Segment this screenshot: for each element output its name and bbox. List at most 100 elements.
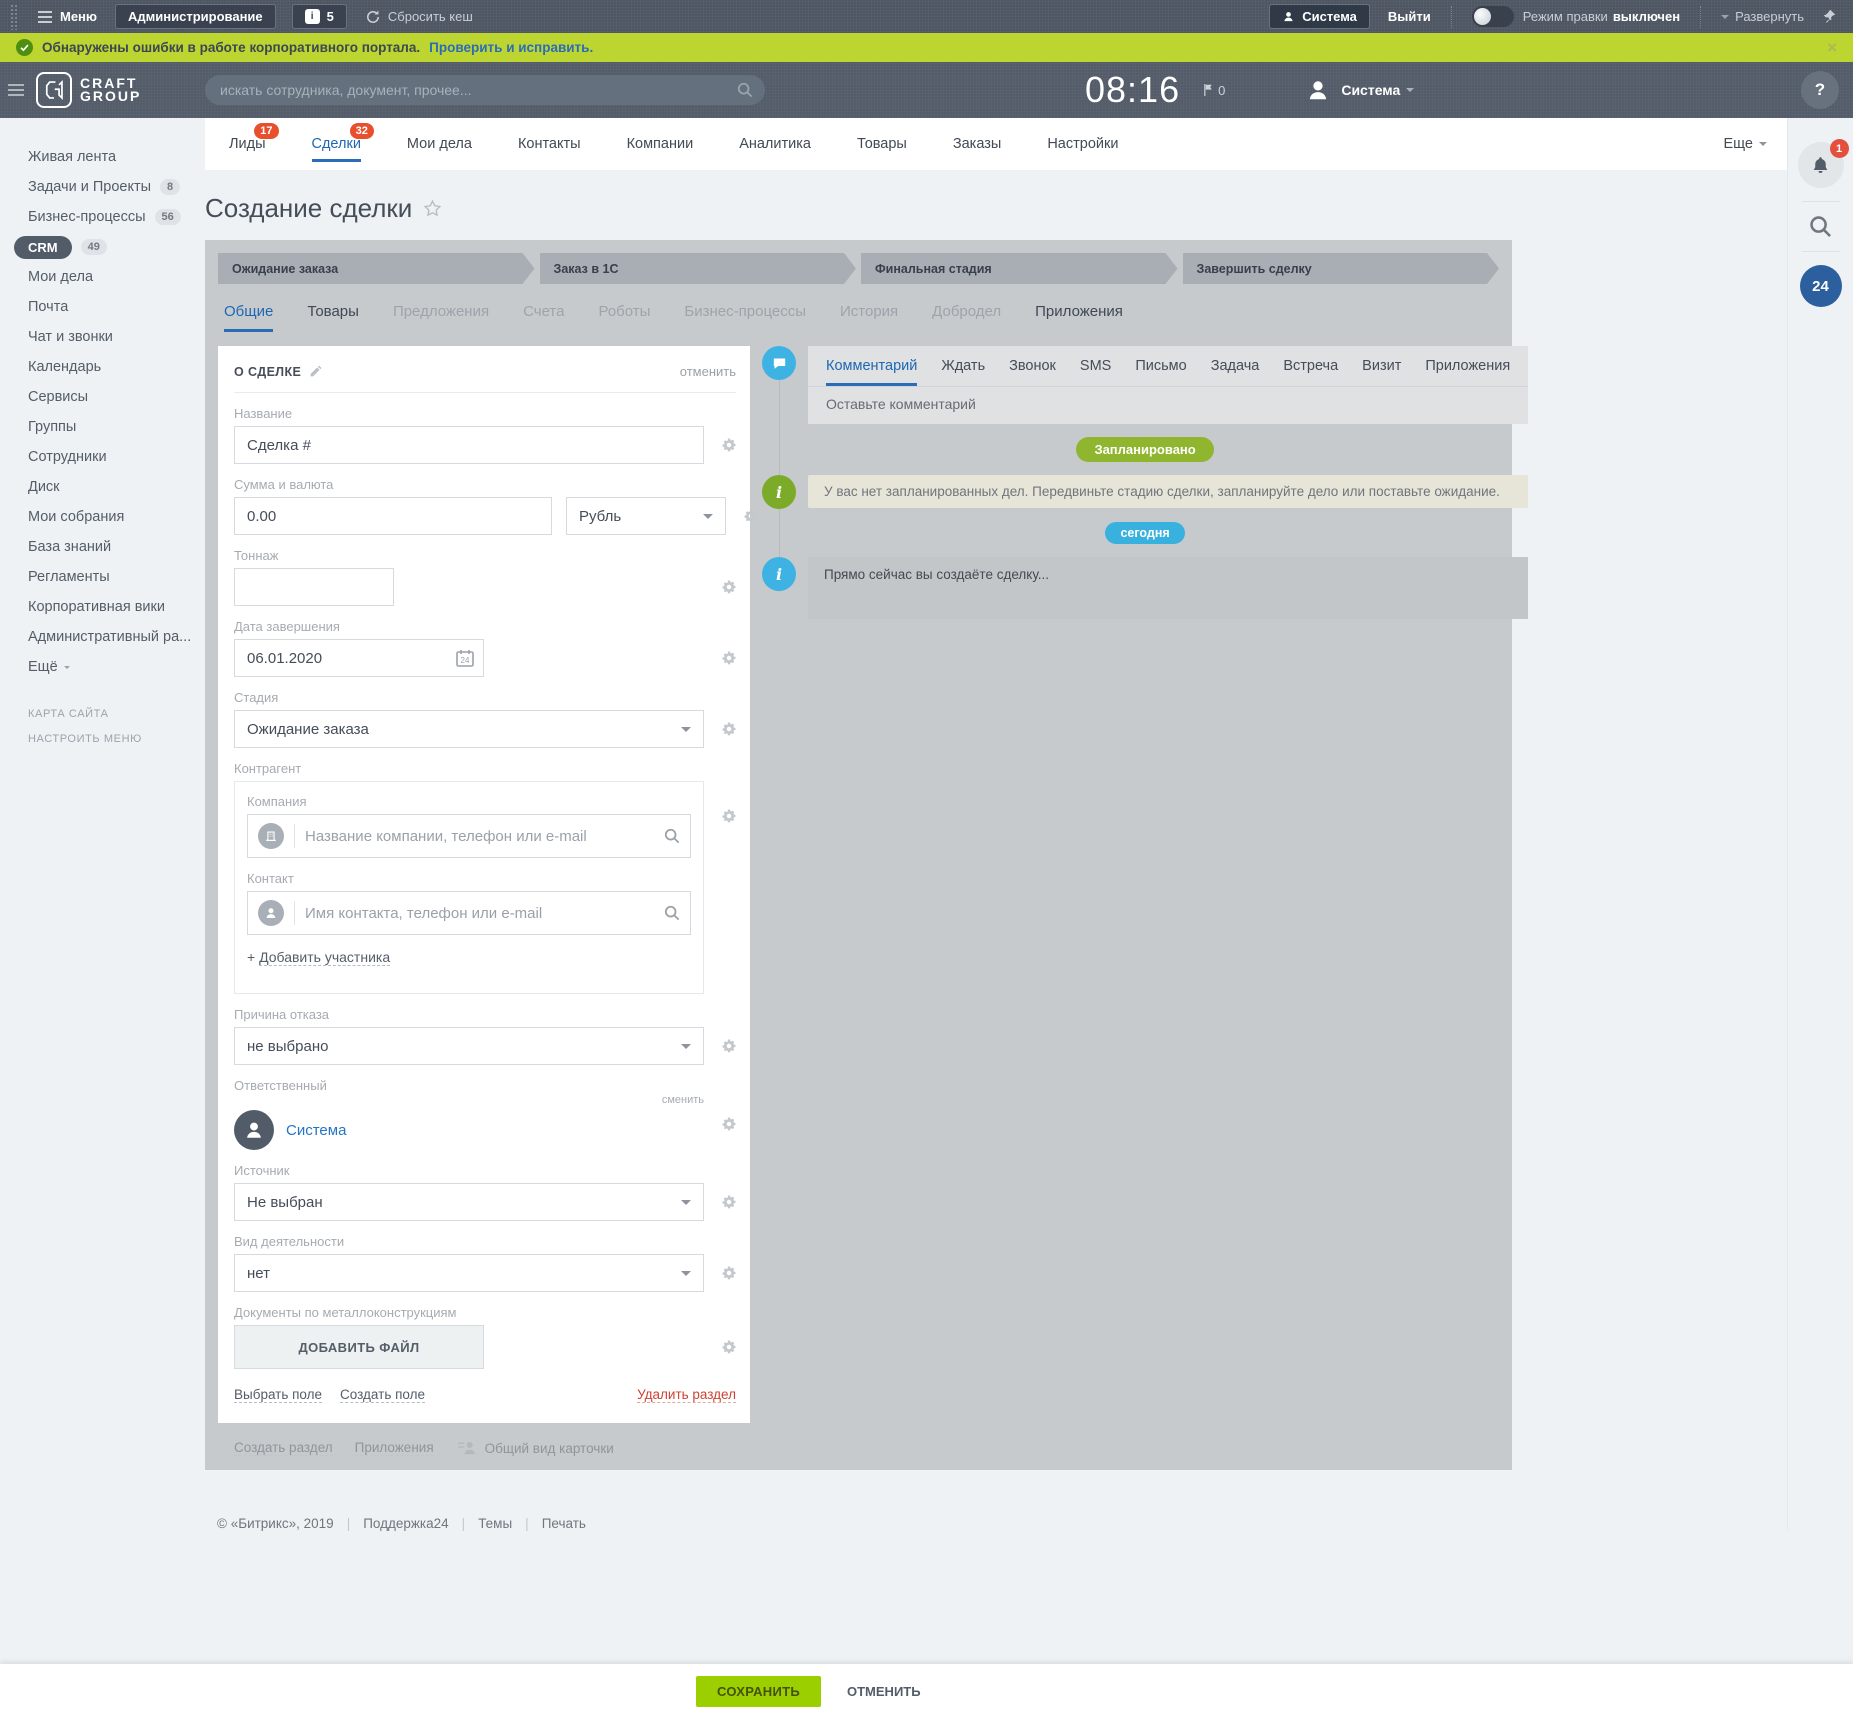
add-file-button[interactable]: ДОБАВИТЬ ФАЙЛ xyxy=(234,1325,484,1369)
activity-type-select[interactable]: нет xyxy=(234,1254,704,1292)
reject-reason-select[interactable]: не выбрано xyxy=(234,1027,704,1065)
gear-icon[interactable] xyxy=(744,509,758,523)
sidebar-item-drive[interactable]: Диск xyxy=(0,472,205,502)
tab-companies[interactable]: Компании xyxy=(627,118,694,170)
source-select[interactable]: Не выбран xyxy=(234,1183,704,1221)
change-responsible-link[interactable]: сменить xyxy=(662,1094,704,1106)
company-search-input[interactable] xyxy=(305,828,664,845)
stage-waiting-order[interactable]: Ожидание заказа xyxy=(218,253,535,284)
contact-search-input[interactable] xyxy=(305,905,664,922)
footer-link-themes[interactable]: Темы xyxy=(478,1516,512,1531)
delete-section-link[interactable]: Удалить раздел xyxy=(637,1387,736,1403)
gear-icon[interactable] xyxy=(722,1340,736,1354)
contact-search-field[interactable] xyxy=(247,891,691,935)
company-logo[interactable]: CRAFT GROUP xyxy=(36,72,141,108)
sidebar-item-meetings[interactable]: Мои собрания xyxy=(0,502,205,532)
dtab-apps[interactable]: Приложения xyxy=(1035,303,1123,332)
dtab-general[interactable]: Общие xyxy=(224,303,273,332)
flag-counter[interactable]: 0 xyxy=(1202,83,1225,98)
dtab-dobrodel[interactable]: Добродел xyxy=(932,303,1001,332)
bitrix24-badge[interactable]: 24 xyxy=(1800,265,1842,307)
search-icon[interactable] xyxy=(664,828,680,844)
pin-icon[interactable] xyxy=(1820,8,1837,25)
tabs-more-button[interactable]: Еще xyxy=(1723,136,1767,152)
admin-notifications-button[interactable]: i 5 xyxy=(292,4,347,29)
ttab-visit[interactable]: Визит xyxy=(1362,358,1401,386)
stage-select[interactable]: Ожидание заказа xyxy=(234,710,704,748)
pencil-icon[interactable] xyxy=(309,365,322,378)
save-button[interactable]: СОХРАНИТЬ xyxy=(696,1676,821,1707)
gear-icon[interactable] xyxy=(722,1266,736,1280)
edit-mode-control[interactable]: Режим правки выключен xyxy=(1472,6,1680,27)
sidebar-item-chat[interactable]: Чат и звонки xyxy=(0,322,205,352)
tab-my-activities[interactable]: Мои дела xyxy=(407,118,472,170)
tab-orders[interactable]: Заказы xyxy=(953,118,1001,170)
help-button[interactable]: ? xyxy=(1801,71,1839,109)
calendar-icon[interactable] xyxy=(455,648,475,668)
global-search-input[interactable] xyxy=(205,75,765,105)
configure-menu-link[interactable]: НАСТРОИТЬ МЕНЮ xyxy=(0,733,205,745)
expand-button[interactable]: Развернуть xyxy=(1721,9,1804,24)
gear-icon[interactable] xyxy=(722,1195,736,1209)
sidebar-item-mail[interactable]: Почта xyxy=(0,292,205,322)
tonnage-input[interactable] xyxy=(234,568,394,606)
deal-name-input[interactable] xyxy=(234,426,704,464)
administration-button[interactable]: Администрирование xyxy=(115,4,276,29)
sidebar-item-knowledge[interactable]: База знаний xyxy=(0,532,205,562)
select-field-link[interactable]: Выбрать поле xyxy=(234,1387,322,1403)
sidebar-item-regulations[interactable]: Регламенты xyxy=(0,562,205,592)
dtab-robots[interactable]: Роботы xyxy=(598,303,650,332)
apps-link[interactable]: Приложения xyxy=(355,1440,434,1456)
ttab-comment[interactable]: Комментарий xyxy=(826,358,917,386)
sidebar-item-tasks[interactable]: Задачи и Проекты8 xyxy=(0,172,205,202)
cancel-edit-link[interactable]: отменить xyxy=(680,364,736,379)
fix-errors-link[interactable]: Проверить и исправить. xyxy=(429,40,593,55)
currency-select[interactable]: Рубль xyxy=(566,497,726,535)
dtab-history[interactable]: История xyxy=(840,303,898,332)
create-section-link[interactable]: Создать раздел xyxy=(234,1440,333,1456)
tab-analytics[interactable]: Аналитика xyxy=(739,118,811,170)
gear-icon[interactable] xyxy=(722,809,736,823)
user-menu[interactable]: Система xyxy=(1305,77,1414,103)
company-search-field[interactable] xyxy=(247,814,691,858)
clock[interactable]: 08:16 xyxy=(1085,69,1180,111)
gear-icon[interactable] xyxy=(722,438,736,452)
tab-leads[interactable]: Лиды17 xyxy=(229,118,266,170)
ttab-call[interactable]: Звонок xyxy=(1009,358,1056,386)
footer-link-print[interactable]: Печать xyxy=(542,1516,586,1531)
add-participant-link[interactable]: + Добавить участника xyxy=(247,949,390,965)
tab-products[interactable]: Товары xyxy=(857,118,907,170)
tab-contacts[interactable]: Контакты xyxy=(518,118,581,170)
sidebar-item-admin[interactable]: Административный ра... xyxy=(0,622,205,652)
deal-sum-input[interactable] xyxy=(234,497,552,535)
reset-cache-button[interactable]: Сбросить кеш xyxy=(365,9,473,25)
ttab-sms[interactable]: SMS xyxy=(1080,358,1111,386)
gear-icon[interactable] xyxy=(722,580,736,594)
cancel-button[interactable]: ОТМЕНИТЬ xyxy=(847,1684,921,1699)
dtab-quotes[interactable]: Предложения xyxy=(393,303,489,332)
notifications-button[interactable]: 1 xyxy=(1798,142,1844,188)
search-icon[interactable] xyxy=(664,905,680,921)
stage-final[interactable]: Финальная стадия xyxy=(861,253,1178,284)
stage-order-1c[interactable]: Заказ в 1С xyxy=(540,253,857,284)
gear-icon[interactable] xyxy=(722,651,736,665)
gear-icon[interactable] xyxy=(722,722,736,736)
responsible-name-link[interactable]: Система xyxy=(286,1122,346,1139)
gear-icon[interactable] xyxy=(722,1117,736,1131)
stage-close-deal[interactable]: Завершить сделку xyxy=(1183,253,1500,284)
gear-icon[interactable] xyxy=(722,1039,736,1053)
card-view-link[interactable]: Общий вид карточки xyxy=(456,1439,614,1457)
footer-link-support[interactable]: Поддержка24 xyxy=(363,1516,448,1531)
ttab-wait[interactable]: Ждать xyxy=(941,358,985,386)
dtab-invoices[interactable]: Счета xyxy=(523,303,564,332)
sidebar-item-bp[interactable]: Бизнес-процессы56 xyxy=(0,202,205,232)
sidebar-item-my-activities[interactable]: Мои дела xyxy=(0,262,205,292)
tab-settings[interactable]: Настройки xyxy=(1047,118,1118,170)
dtab-products[interactable]: Товары xyxy=(307,303,359,332)
create-field-link[interactable]: Создать поле xyxy=(340,1387,425,1403)
search-icon[interactable] xyxy=(1809,215,1832,238)
sitemap-link[interactable]: КАРТА САЙТА xyxy=(0,708,205,720)
ttab-email[interactable]: Письмо xyxy=(1135,358,1186,386)
comment-placeholder[interactable]: Оставьте комментарий xyxy=(808,386,1528,424)
sidebar-item-services[interactable]: Сервисы xyxy=(0,382,205,412)
